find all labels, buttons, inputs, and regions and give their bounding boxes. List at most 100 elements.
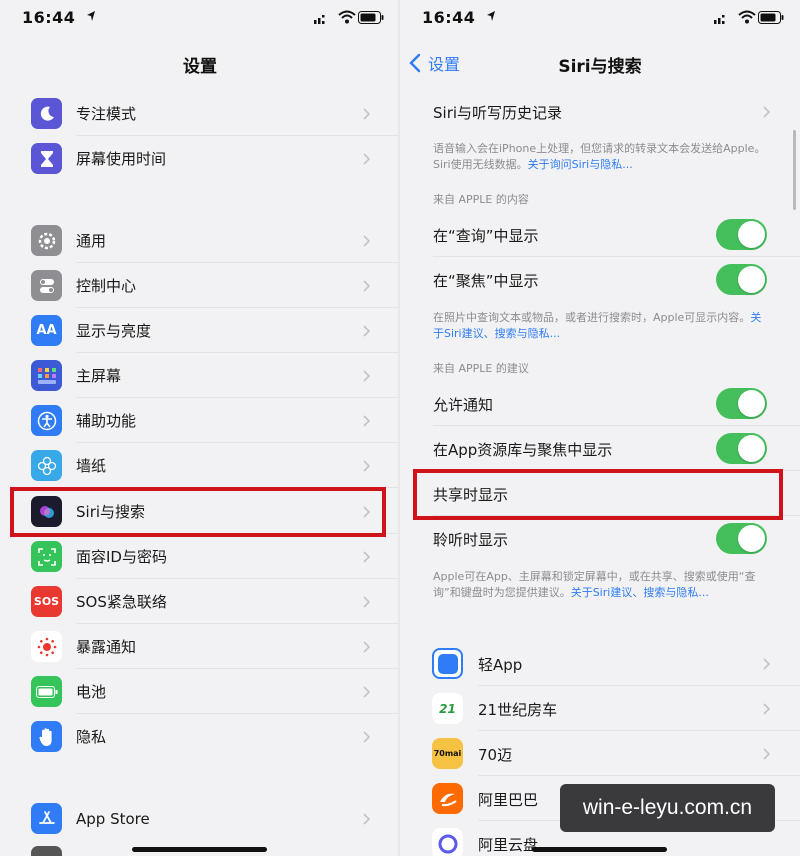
home-indicator [132, 847, 267, 852]
chevron-right-icon [363, 234, 370, 247]
app-row-qing[interactable]: 轻App [400, 641, 800, 686]
hourglass-icon [31, 143, 62, 174]
status-bar: 16:44 [400, 0, 800, 38]
cellular-signal-icon [714, 15, 725, 24]
wifi-icon [738, 10, 756, 24]
settings-item-exposure[interactable]: 暴露通知 [0, 624, 400, 669]
flower-icon [31, 450, 62, 481]
suggestions-note-2: Apple可在App、主屏幕和锁定屏幕中，或在共享、搜索或使用“查询”和键盘时为… [433, 570, 756, 599]
settings-item-privacy[interactable]: 隐私 [0, 714, 400, 759]
moon-icon [31, 98, 62, 129]
location-arrow-icon [87, 11, 95, 21]
settings-item-general[interactable]: 通用 [0, 218, 400, 263]
battery-icon [358, 11, 384, 24]
app-row-21-rv[interactable]: 21 21世纪房车 [400, 686, 800, 731]
page-title: 设置 [183, 57, 217, 77]
chevron-right-icon [363, 550, 370, 563]
row-label: 在“查询”中显示 [433, 227, 539, 245]
row-label: 在“聚焦”中显示 [433, 272, 539, 290]
row-label: 允许通知 [433, 396, 494, 414]
settings-item-label: App Store [76, 809, 150, 828]
settings-item-accessibility[interactable]: 辅助功能 [0, 398, 400, 443]
wifi-icon [338, 10, 356, 24]
show-when-listening-toggle[interactable] [716, 523, 767, 554]
suggestions-note: 在照片中查询文本或物品，或者进行搜索时，Apple可显示内容。关于Siri建议、… [433, 311, 762, 340]
text-size-icon: AA [31, 315, 62, 346]
face-id-icon [31, 541, 62, 572]
qing-app-icon [432, 648, 463, 679]
status-time: 16:44 [422, 8, 476, 27]
siri-history-item[interactable]: Siri与听写历史记录 [400, 89, 800, 134]
chevron-right-icon [763, 748, 770, 760]
exposure-notification-icon [31, 631, 62, 662]
settings-item-label: 墙纸 [76, 457, 107, 475]
settings-item-wallpaper[interactable]: 墙纸 [0, 443, 400, 488]
battery-icon [758, 11, 784, 24]
siri-search-pane: 16:44 设置 Siri与搜索 Siri与听写历史记录 语音输入会在iPhon… [400, 0, 800, 856]
gear-icon [31, 225, 62, 256]
settings-item-app-store[interactable]: App Store [0, 796, 400, 841]
settings-item-label: 专注模式 [76, 105, 137, 123]
toggle-row-app-library: 在App资源库与聚焦中显示 [400, 426, 800, 471]
siri-privacy-link[interactable]: 关于询问Siri与隐私... [528, 158, 633, 171]
settings-item-label: 通用 [76, 232, 107, 250]
siri-suggestions-link-2[interactable]: 关于Siri建议、搜索与隐私... [571, 586, 709, 599]
row-label: Siri与听写历史记录 [433, 104, 563, 122]
settings-item-label: 辅助功能 [76, 412, 137, 430]
sos-icon: SOS [31, 586, 62, 617]
row-label: 聆听时显示 [433, 531, 509, 549]
settings-item-label: 主屏幕 [76, 367, 122, 385]
accessibility-icon [31, 405, 62, 436]
toggles-icon [31, 270, 62, 301]
settings-item-display[interactable]: AA 显示与亮度 [0, 308, 400, 353]
app-library-spotlight-toggle[interactable] [716, 433, 767, 464]
chevron-right-icon [363, 414, 370, 427]
page-title: Siri与搜索 [558, 57, 642, 77]
chevron-right-icon [363, 152, 370, 165]
settings-item-face-id[interactable]: 面容ID与密码 [0, 534, 400, 579]
settings-item-screentime[interactable]: 屏幕使用时间 [0, 136, 400, 181]
alibaba-app-icon [432, 783, 463, 814]
app-row-70mai[interactable]: 70mai 70迈 [400, 731, 800, 776]
chevron-right-icon [763, 658, 770, 670]
show-in-spotlight-toggle[interactable] [716, 264, 767, 295]
highlight-box [413, 469, 783, 520]
settings-item-label: 暴露通知 [76, 638, 137, 656]
section-header: 来自 APPLE 的建议 [433, 362, 529, 375]
chevron-right-icon [763, 106, 770, 118]
app-label: 21世纪房车 [478, 701, 558, 719]
toggle-row-spotlight: 在“聚焦”中显示 [400, 257, 800, 302]
settings-item-home-screen[interactable]: 主屏幕 [0, 353, 400, 398]
chevron-right-icon [363, 640, 370, 653]
section-header: 来自 APPLE 的内容 [433, 193, 529, 206]
next-item-icon [31, 846, 62, 856]
settings-item-label: 屏幕使用时间 [76, 150, 167, 168]
settings-item-label: 隐私 [76, 728, 107, 746]
highlight-box [10, 487, 386, 537]
chevron-right-icon [363, 107, 370, 120]
scrollbar[interactable] [793, 130, 796, 210]
settings-item-focus[interactable]: 专注模式 [0, 91, 400, 136]
row-label: 在App资源库与聚焦中显示 [433, 441, 613, 459]
settings-item-control-center[interactable]: 控制中心 [0, 263, 400, 308]
location-arrow-icon [487, 11, 495, 21]
chevron-right-icon [363, 730, 370, 743]
toggle-row-lookup: 在“查询”中显示 [400, 212, 800, 257]
chevron-right-icon [763, 703, 770, 715]
cellular-signal-icon [314, 15, 325, 24]
chevron-right-icon [363, 685, 370, 698]
allow-notifications-toggle[interactable] [716, 388, 767, 419]
settings-item-sos[interactable]: SOS SOS紧急联络 [0, 579, 400, 624]
show-in-lookup-toggle[interactable] [716, 219, 767, 250]
settings-item-label: 电池 [76, 683, 107, 701]
chevron-right-icon [363, 324, 370, 337]
app-label: 轻App [478, 656, 523, 674]
privacy-note: 语音输入会在iPhone上处理，但您请求的转录文本会发送给Apple。Siri使… [433, 142, 766, 171]
app-store-icon [31, 803, 62, 834]
settings-item-label: 显示与亮度 [76, 322, 152, 340]
chevron-right-icon [363, 279, 370, 292]
settings-item-battery[interactable]: 电池 [0, 669, 400, 714]
app-label: 阿里巴巴 [478, 791, 539, 809]
settings-item-label: 控制中心 [76, 277, 137, 295]
70mai-app-icon: 70mai [432, 738, 463, 769]
